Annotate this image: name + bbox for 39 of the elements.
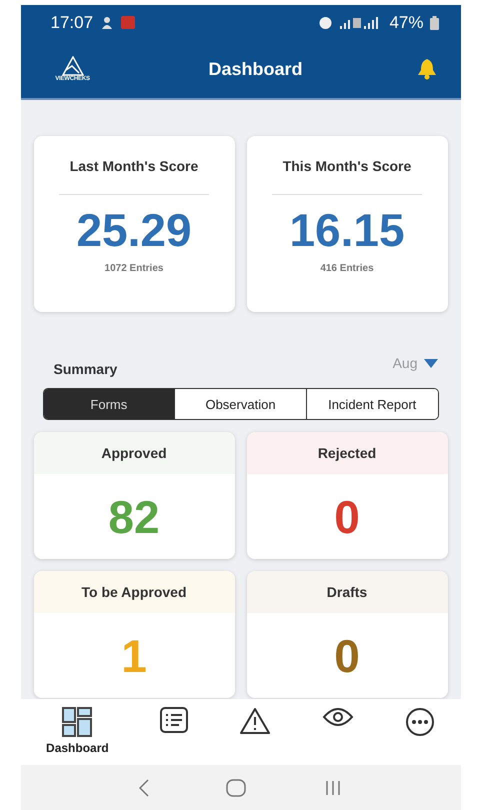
score-value: 25.29 <box>76 203 192 257</box>
segment-tab[interactable]: Forms <box>44 389 174 419</box>
eye-icon <box>322 707 354 727</box>
stat-label: Approved <box>34 432 234 474</box>
stat-label: To be Approved <box>34 571 234 613</box>
home-icon[interactable] <box>226 778 246 796</box>
back-icon[interactable] <box>139 778 150 796</box>
battery-icon <box>430 16 438 30</box>
nav-tab[interactable]: Dashboard <box>46 707 109 755</box>
logo-icon <box>62 56 84 76</box>
summary-title: Summary <box>54 361 118 377</box>
battery-percent: 47% <box>389 12 424 32</box>
nav-tab[interactable] <box>322 707 354 727</box>
stat-value: 0 <box>333 628 361 684</box>
nav-tab[interactable] <box>404 707 435 737</box>
recent-apps-icon[interactable] <box>324 780 342 796</box>
app-notification-icon <box>121 16 136 29</box>
stat-label: Rejected <box>246 432 448 474</box>
score-title: Last Month's Score <box>70 158 198 174</box>
warning-icon <box>238 707 271 735</box>
stat-value: 0 <box>333 490 361 544</box>
bell-icon[interactable] <box>416 58 436 80</box>
stat-label: Drafts <box>246 571 448 613</box>
score-value: 16.15 <box>289 203 405 257</box>
alarm-icon <box>318 15 334 30</box>
list-icon <box>160 707 188 733</box>
page-title: Dashboard <box>208 58 303 80</box>
nav-tab[interactable] <box>160 707 188 733</box>
dashboard-icon <box>62 707 92 737</box>
entries-count: 1072 Entries <box>104 263 164 274</box>
more-icon <box>404 707 435 737</box>
entries-count: 416 Entries <box>320 263 374 274</box>
stat-value: 1 <box>120 628 148 684</box>
score-title: This Month's Score <box>282 158 412 174</box>
stat-value: 82 <box>107 490 161 544</box>
segment-tab[interactable]: Incident Report <box>306 389 438 419</box>
caret-icon <box>424 358 438 368</box>
nav-tab[interactable] <box>238 707 271 735</box>
status-time: 17:07 <box>50 12 94 32</box>
